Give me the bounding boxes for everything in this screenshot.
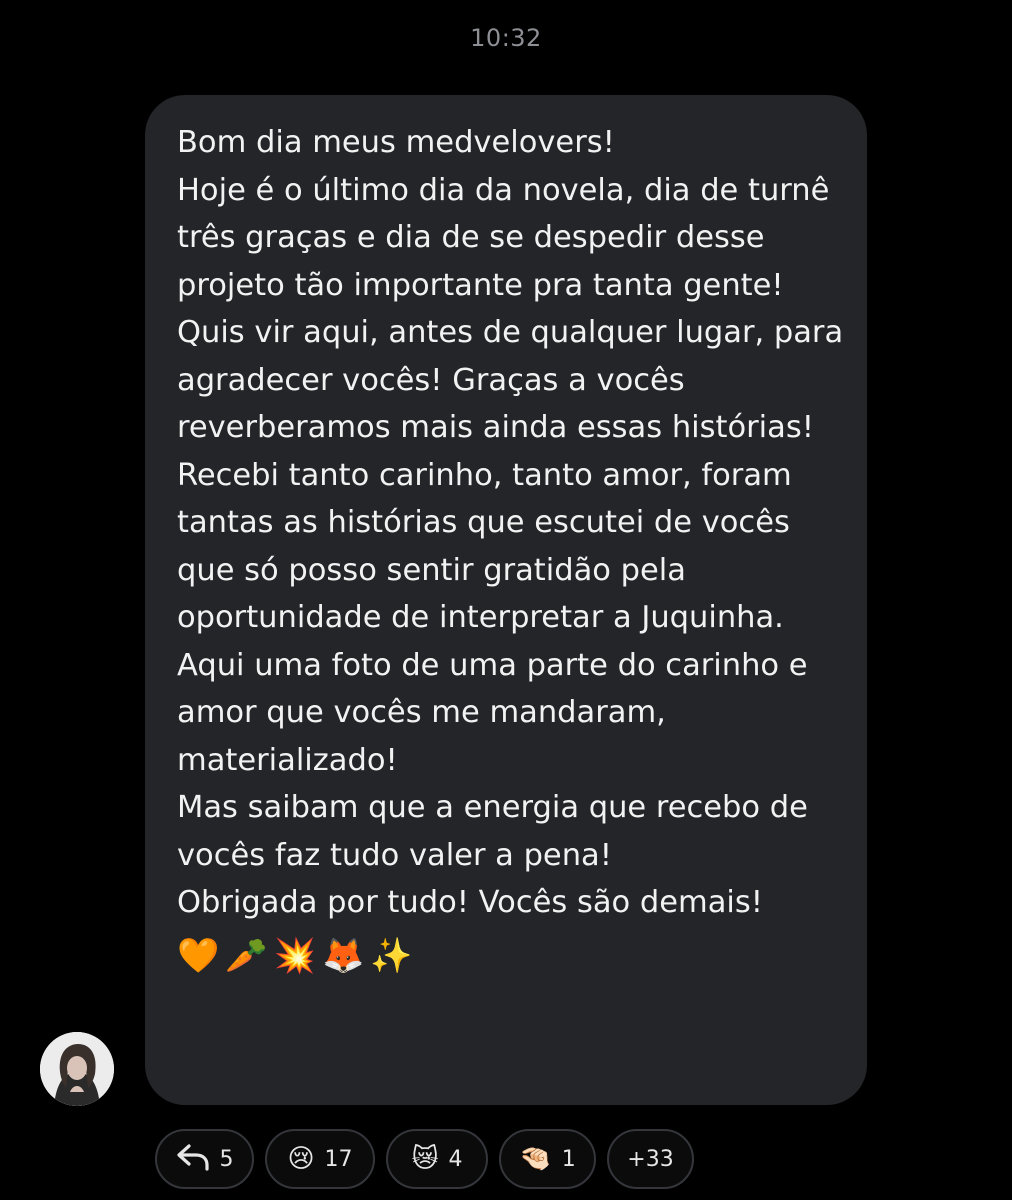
message-timestamp: 10:32: [470, 24, 542, 52]
message-paragraph: Bom dia meus medvelovers!: [177, 125, 615, 160]
message-paragraph: Mas saibam que a energia que recebo de v…: [177, 790, 808, 873]
message-bubble[interactable]: Bom dia meus medvelovers! Hoje é o últim…: [145, 95, 867, 1105]
reply-count-chip[interactable]: 5: [155, 1129, 254, 1189]
more-reactions-count: +33: [627, 1146, 674, 1172]
more-reactions-chip[interactable]: +33: [607, 1129, 694, 1189]
crying-face-icon: 😢: [287, 1144, 315, 1174]
message-paragraph: Hoje é o último dia da novela, dia de tu…: [177, 172, 830, 303]
reaction-count: 4: [448, 1146, 463, 1172]
reply-count: 5: [219, 1146, 234, 1172]
reaction-count: 1: [561, 1146, 576, 1172]
message-paragraph: Aqui uma foto de uma parte do carinho e …: [177, 647, 808, 778]
reaction-chip[interactable]: 😢 17: [265, 1129, 375, 1189]
avatar-photo-icon: [40, 1032, 114, 1106]
crying-cat-icon: 😿: [411, 1144, 439, 1174]
message-paragraph: Quis vir aqui, antes de qualquer lugar, …: [177, 315, 844, 635]
reaction-chip[interactable]: 🤏🏻 1: [499, 1129, 596, 1189]
reply-arrow-icon: [176, 1143, 210, 1176]
message-emojis: 🧡🥕💥🦊✨: [177, 935, 419, 976]
message-paragraph: Obrigada por tudo! Vocês são demais!: [177, 885, 763, 920]
reaction-count: 17: [324, 1146, 353, 1172]
sender-avatar[interactable]: [40, 1032, 114, 1106]
pinching-hand-icon: 🤏🏻: [519, 1144, 552, 1174]
reaction-chip[interactable]: 😿 4: [386, 1129, 488, 1189]
reactions-bar: 5 😢 17 😿 4 🤏🏻 1 +33: [155, 1129, 694, 1189]
